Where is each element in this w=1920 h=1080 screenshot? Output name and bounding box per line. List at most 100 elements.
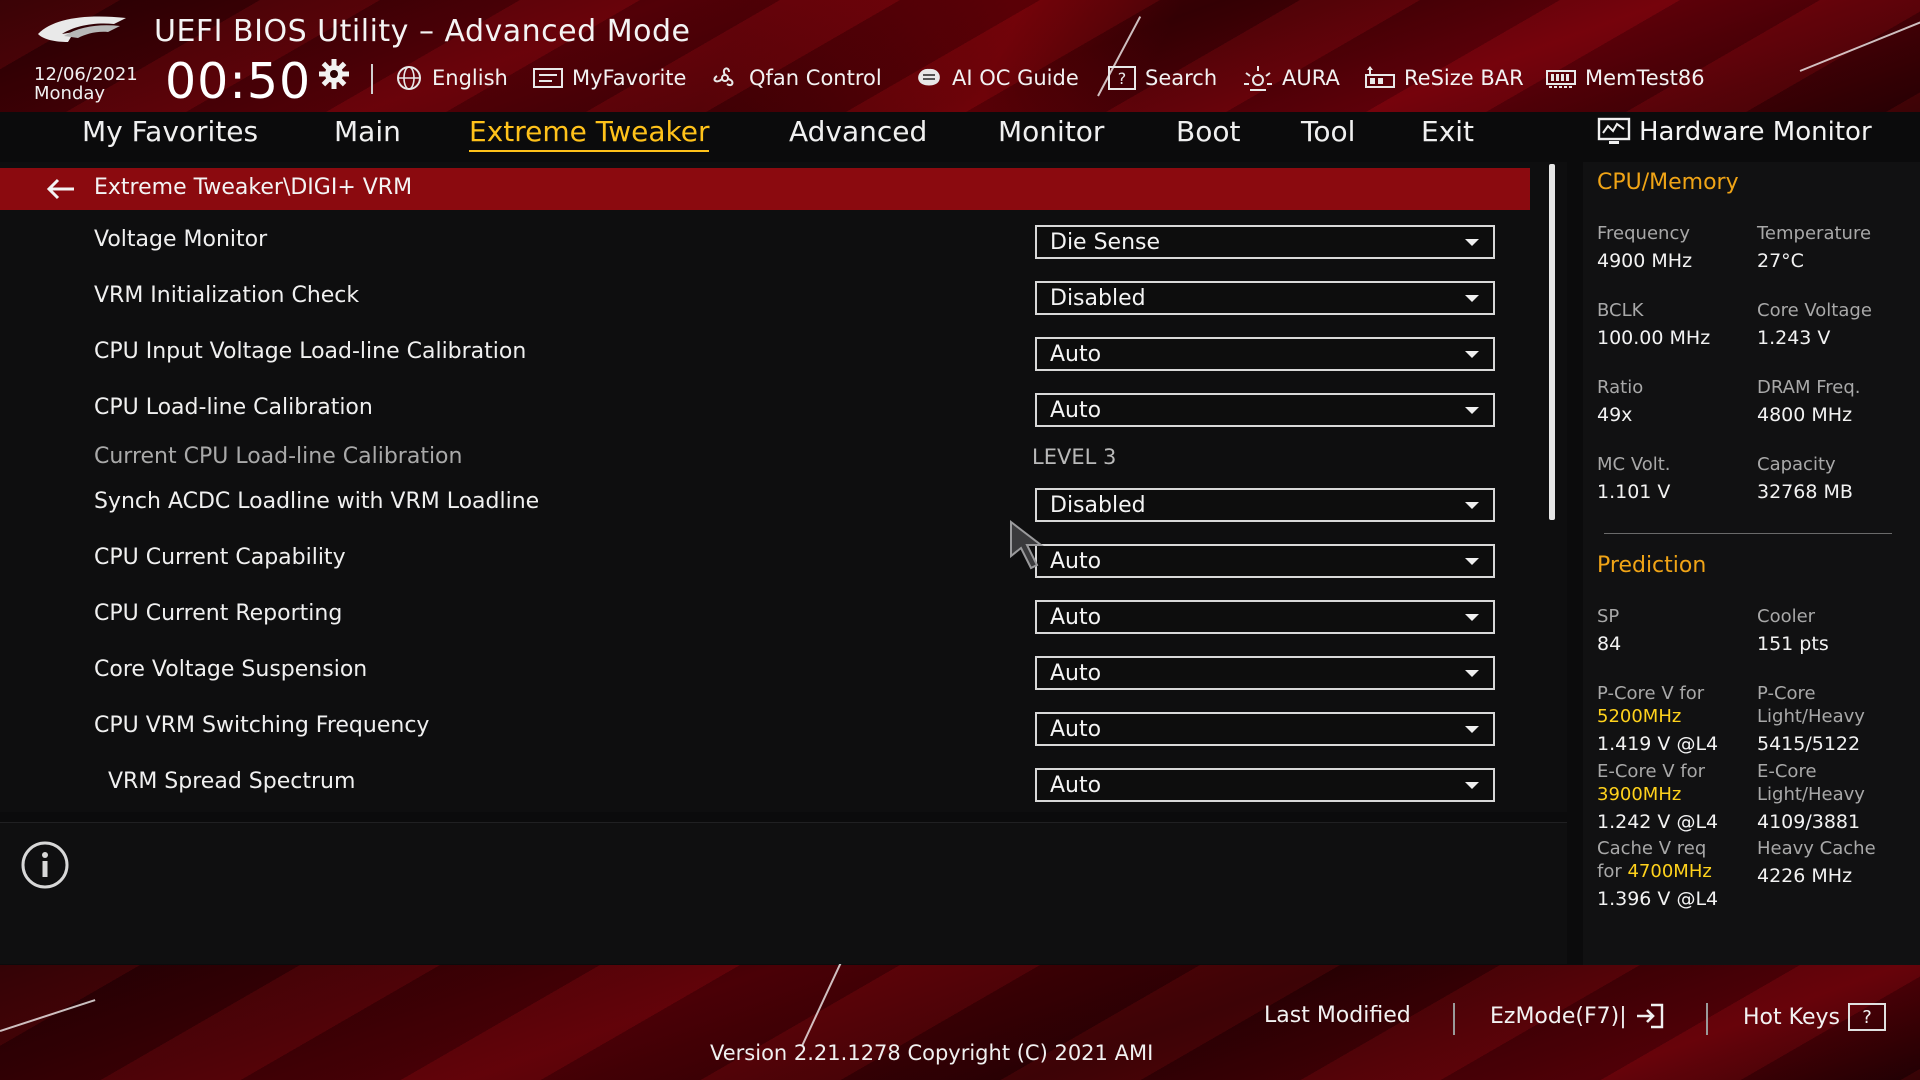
toolbar-language-label: English: [432, 66, 508, 90]
aura-icon: [1244, 66, 1272, 91]
hw-value-capacity: 32768 MB: [1757, 481, 1853, 503]
hw-value-pcore-lh: 5415/5122: [1757, 733, 1861, 755]
dropdown-value: Auto: [1050, 717, 1102, 742]
dropdown-synch-acdc[interactable]: Disabled: [1035, 488, 1495, 522]
tab-boot[interactable]: Boot: [1176, 115, 1240, 148]
dropdown-vrm-init-check[interactable]: Disabled: [1035, 281, 1495, 315]
dropdown-value: Auto: [1050, 398, 1102, 423]
hotkeys-button[interactable]: Hot Keys ?: [1743, 1003, 1886, 1031]
hw-label-dram-freq: DRAM Freq.: [1757, 377, 1861, 398]
toolbar-search[interactable]: ? Search: [1107, 62, 1217, 94]
toolbar-ai-oc-guide[interactable]: AI OC Guide: [914, 62, 1079, 94]
cache-v-label-1: Cache V req: [1597, 838, 1707, 859]
cache-v-label-line-2: for 4700MHz: [1597, 860, 1712, 883]
hw-value-ecore-v: 1.242 V @L4: [1597, 811, 1719, 833]
setting-label-current-cpu-llc: Current CPU Load-line Calibration: [94, 444, 463, 469]
hw-value-cache-v: 1.396 V @L4: [1597, 888, 1719, 910]
dropdown-vrm-spread-spectrum[interactable]: Auto: [1035, 768, 1495, 802]
dropdown-value: Die Sense: [1050, 230, 1161, 255]
dropdown-cpu-input-llc[interactable]: Auto: [1035, 337, 1495, 371]
gear-icon[interactable]: [318, 58, 350, 90]
ecore-v-freq: 3900MHz: [1597, 784, 1682, 805]
chevron-down-icon: [1465, 239, 1479, 246]
toolbar-myfavorite[interactable]: MyFavorite: [532, 62, 686, 94]
help-key-icon: ?: [1847, 1003, 1886, 1031]
info-icon[interactable]: [20, 840, 70, 890]
dropdown-value: Auto: [1050, 661, 1102, 686]
setting-label-cpu-vrm-switching-freq: CPU VRM Switching Frequency: [94, 713, 430, 738]
favorite-icon: [533, 68, 563, 88]
hw-value-temperature: 27°C: [1757, 250, 1804, 272]
hw-value-dram-freq: 4800 MHz: [1757, 404, 1853, 426]
hardware-monitor-title-text: Hardware Monitor: [1639, 117, 1872, 147]
hw-value-heavy-cache: 4226 MHz: [1757, 865, 1853, 887]
dropdown-value: Auto: [1050, 549, 1102, 574]
dropdown-value: Auto: [1050, 605, 1102, 630]
weekday-text: Monday: [34, 83, 106, 104]
fan-icon: [713, 67, 734, 87]
dropdown-cpu-llc[interactable]: Auto: [1035, 393, 1495, 427]
hw-value-frequency: 4900 MHz: [1597, 250, 1693, 272]
chevron-down-icon: [1465, 614, 1479, 621]
tab-my-favorites[interactable]: My Favorites: [82, 115, 258, 148]
search-icon: ?: [1108, 66, 1136, 90]
hw-label-cooler: Cooler: [1757, 606, 1816, 627]
hw-label-capacity: Capacity: [1757, 454, 1836, 475]
scrollbar[interactable]: [1549, 164, 1555, 520]
setting-label-cpu-llc: CPU Load-line Calibration: [94, 395, 373, 420]
dropdown-cpu-current-reporting[interactable]: Auto: [1035, 600, 1495, 634]
toolbar-language[interactable]: English: [394, 62, 508, 94]
hardware-monitor-title: Hardware Monitor: [1597, 117, 1872, 147]
setting-label-cpu-input-llc: CPU Input Voltage Load-line Calibration: [94, 339, 527, 364]
resize-bar-icon: [1365, 66, 1395, 88]
tab-advanced[interactable]: Advanced: [789, 115, 927, 148]
toolbar-memtest[interactable]: MemTest86: [1545, 62, 1705, 94]
tab-tool[interactable]: Tool: [1301, 115, 1355, 148]
toolbar-resize-bar-label: ReSize BAR: [1404, 66, 1524, 90]
setting-label-synch-acdc: Synch ACDC Loadline with VRM Loadline: [94, 489, 540, 514]
hw-value-ratio: 49x: [1597, 404, 1633, 426]
dropdown-value: Auto: [1050, 773, 1102, 798]
tab-extreme-tweaker[interactable]: Extreme Tweaker: [469, 115, 710, 152]
back-arrow-icon[interactable]: [44, 176, 80, 202]
toolbar-aura[interactable]: AURA: [1242, 62, 1340, 94]
tab-monitor[interactable]: Monitor: [998, 115, 1104, 148]
hw-value-bclk: 100.00 MHz: [1597, 327, 1711, 349]
current-cpu-llc-value: LEVEL 3: [1032, 445, 1117, 469]
dropdown-cpu-current-capability[interactable]: Auto: [1035, 544, 1495, 578]
hotkeys-label: Hot Keys: [1743, 1004, 1840, 1030]
tab-main[interactable]: Main: [334, 115, 401, 148]
svg-text:?: ?: [1118, 69, 1127, 88]
chevron-down-icon: [1465, 670, 1479, 677]
ezmode-button[interactable]: EzMode(F7)|: [1490, 1003, 1665, 1029]
pcore-v-freq: 5200MHz: [1597, 706, 1682, 727]
hw-value-cooler: 151 pts: [1757, 633, 1829, 655]
toolbar-qfan[interactable]: Qfan Control: [709, 62, 882, 94]
toolbar-aura-label: AURA: [1282, 66, 1340, 90]
ai-icon: [918, 68, 940, 86]
hw-label-core-voltage: Core Voltage: [1757, 300, 1872, 321]
tab-exit[interactable]: Exit: [1421, 115, 1474, 148]
setting-label-cpu-current-capability: CPU Current Capability: [94, 545, 346, 570]
rog-logo-icon: [38, 16, 126, 42]
dropdown-value: Auto: [1050, 342, 1102, 367]
chevron-down-icon: [1465, 558, 1479, 565]
dropdown-core-voltage-suspension[interactable]: Auto: [1035, 656, 1495, 690]
help-description-area: [0, 822, 1567, 964]
toolbar-myfavorite-label: MyFavorite: [572, 66, 687, 90]
hw-label-ratio: Ratio: [1597, 377, 1644, 398]
chevron-down-icon: [1465, 726, 1479, 733]
chevron-down-icon: [1465, 782, 1479, 789]
chevron-down-icon: [1465, 351, 1479, 358]
toolbar-memtest-label: MemTest86: [1585, 66, 1705, 90]
dropdown-cpu-vrm-switching-freq[interactable]: Auto: [1035, 712, 1495, 746]
hw-label-frequency: Frequency: [1597, 223, 1690, 244]
setting-label-vrm-spread-spectrum: VRM Spread Spectrum: [108, 769, 356, 794]
hw-value-pcore-v: 1.419 V @L4: [1597, 733, 1719, 755]
last-modified-button[interactable]: Last Modified: [1264, 1003, 1411, 1028]
prediction-heading: Prediction: [1597, 553, 1707, 578]
dropdown-voltage-monitor[interactable]: Die Sense: [1035, 225, 1495, 259]
toolbar-resize-bar[interactable]: ReSize BAR: [1364, 62, 1524, 94]
hw-label-pcore-v: P-Core V for 5200MHz: [1597, 682, 1704, 728]
breadcrumb: Extreme Tweaker\DIGI+ VRM: [0, 168, 1530, 210]
